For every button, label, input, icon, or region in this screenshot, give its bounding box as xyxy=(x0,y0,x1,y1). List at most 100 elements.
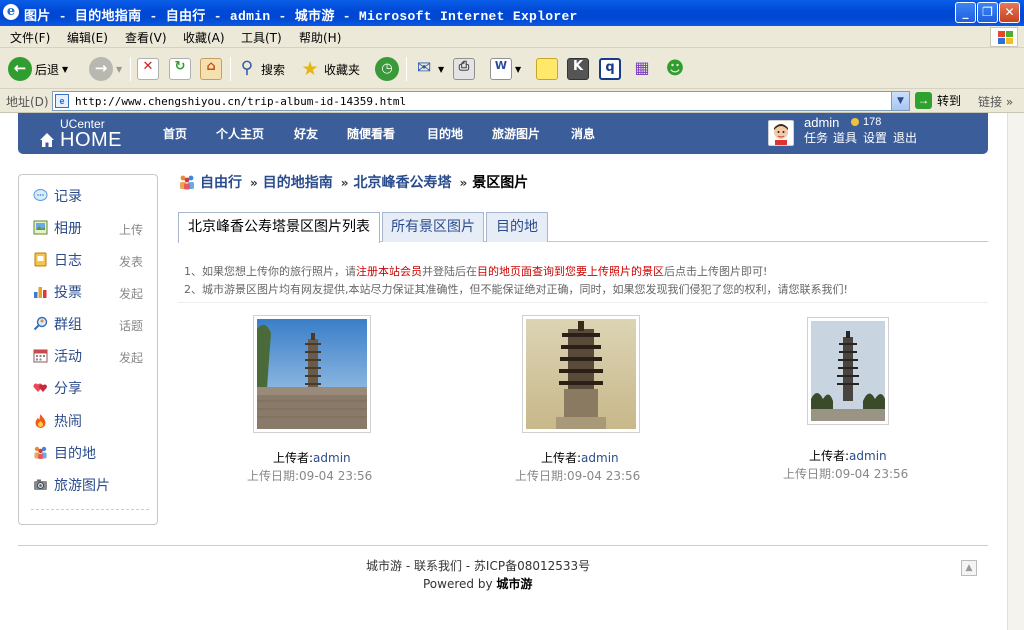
nav-destinations[interactable]: 目的地 xyxy=(427,125,463,142)
sidebar-action-post[interactable]: 发表 xyxy=(119,253,143,270)
refresh-button[interactable]: ↻ xyxy=(169,55,191,83)
uploader-link[interactable]: admin xyxy=(849,449,887,463)
nav-friends[interactable]: 好友 xyxy=(294,125,318,142)
user-link-logout[interactable]: 退出 xyxy=(893,129,917,146)
mail-button[interactable]: ✉ ▼ xyxy=(413,55,444,83)
note-icon xyxy=(536,58,558,80)
sidebar-item-label: 相册 xyxy=(54,221,82,237)
photo-thumbnail-2[interactable] xyxy=(522,315,640,433)
tool-chart-button[interactable]: ▦ xyxy=(631,55,653,83)
menu-view[interactable]: 查看(V) xyxy=(125,29,167,46)
people-group-icon xyxy=(34,446,47,459)
user-link-props[interactable]: 道具 xyxy=(833,129,857,146)
minimize-button[interactable]: _ xyxy=(955,2,976,23)
forward-button[interactable]: → ▼ xyxy=(89,55,122,83)
menu-tools[interactable]: 工具(T) xyxy=(241,29,282,46)
edit-dropdown-icon[interactable]: ▼ xyxy=(515,65,521,74)
home-button[interactable]: ⌂ xyxy=(200,55,222,83)
sidebar-item-events[interactable]: 活动 发起 xyxy=(31,346,151,366)
search-button[interactable]: ⚲ 搜索 xyxy=(236,55,285,83)
user-link-settings[interactable]: 设置 xyxy=(863,129,887,146)
sidebar-item-destination[interactable]: 目的地 xyxy=(31,443,151,463)
tab-spot-photo-list[interactable]: 北京峰香公寿塔景区图片列表 xyxy=(178,212,380,243)
powered-by-brand[interactable]: 城市游 xyxy=(496,577,532,591)
sidebar-item-blog[interactable]: 日志 发表 xyxy=(31,250,151,270)
address-input[interactable]: e http://www.chengshiyou.cn/trip-album-i… xyxy=(52,91,910,111)
footer-links[interactable]: 城市游 - 联系我们 - 苏ICP备08012533号 xyxy=(366,557,590,574)
q-tool-icon: q xyxy=(599,58,621,80)
sidebar-item-poll[interactable]: 投票 发起 xyxy=(31,282,151,302)
research-button[interactable]: K xyxy=(567,55,589,83)
menu-help[interactable]: 帮助(H) xyxy=(299,29,341,46)
nav-browse[interactable]: 随便看看 xyxy=(347,125,395,142)
user-link-tasks[interactable]: 任务 xyxy=(804,129,828,146)
destination-search-link[interactable]: 目的地页面查询到您要上传照片的景区 xyxy=(477,265,664,278)
go-button[interactable]: → 转到 xyxy=(915,92,961,109)
menu-edit[interactable]: 编辑(E) xyxy=(67,29,108,46)
avatar-face-icon xyxy=(774,124,788,145)
menu-file[interactable]: 文件(F) xyxy=(10,29,50,46)
breadcrumb-link-guide[interactable]: 目的地指南 xyxy=(263,175,333,191)
logo-home[interactable]: HOME xyxy=(60,129,122,152)
nav-profile[interactable]: 个人主页 xyxy=(216,125,264,142)
stop-icon: ✕ xyxy=(137,58,159,80)
sidebar-item-travel-photos[interactable]: 旅游图片 xyxy=(31,475,151,495)
address-url[interactable]: http://www.chengshiyou.cn/trip-album-id-… xyxy=(75,95,406,108)
back-to-top-icon[interactable]: ▲ xyxy=(961,560,977,576)
sidebar-item-share[interactable]: 分享 xyxy=(31,378,151,398)
messenger-button[interactable]: ☻ xyxy=(664,55,686,83)
photo-thumbnail-1[interactable] xyxy=(253,315,371,433)
printer-icon: ⎙ xyxy=(453,58,475,80)
uploader-link[interactable]: admin xyxy=(581,451,619,465)
avatar[interactable] xyxy=(768,120,794,146)
notice-line-1: 1、如果您想上传你的旅行照片，请注册本站会员并登陆后在目的地页面查询到您要上传照… xyxy=(184,263,767,279)
sidebar-action-upload[interactable]: 上传 xyxy=(119,221,143,238)
back-button[interactable]: ← 后退 ▼ xyxy=(8,55,68,83)
pagoda-photo-2 xyxy=(526,319,636,429)
sidebar-item-hot[interactable]: 热闹 xyxy=(31,411,151,431)
menu-favorites[interactable]: 收藏(A) xyxy=(183,29,225,46)
sidebar-item-album[interactable]: 相册 上传 xyxy=(31,218,151,238)
sidebar-item-records[interactable]: 记录 xyxy=(31,186,151,206)
stop-button[interactable]: ✕ xyxy=(137,55,159,83)
restore-button[interactable]: ❐ xyxy=(977,2,998,23)
camera-icon xyxy=(34,479,47,490)
sidebar-action-topics[interactable]: 话题 xyxy=(119,317,143,334)
home-icon: ⌂ xyxy=(200,58,222,80)
notice-box: 1、如果您想上传你的旅行照片，请注册本站会员并登陆后在目的地页面查询到您要上传照… xyxy=(178,253,988,303)
sidebar-item-groups[interactable]: 群组 话题 xyxy=(31,314,151,334)
links-button[interactable]: 链接 » xyxy=(978,93,1013,110)
search-label: 搜索 xyxy=(261,62,286,77)
nav-home[interactable]: 首页 xyxy=(163,125,187,142)
footer-powered-by: Powered by 城市游 xyxy=(423,575,532,592)
messenger-tool-button[interactable]: q xyxy=(599,55,621,83)
back-dropdown-icon[interactable]: ▼ xyxy=(62,65,68,74)
photo-thumbnail-3[interactable] xyxy=(807,317,889,425)
nav-travel-photos[interactable]: 旅游图片 xyxy=(492,125,540,142)
discuss-button[interactable] xyxy=(536,55,558,83)
print-button[interactable]: ⎙ xyxy=(453,55,475,83)
vertical-scrollbar[interactable] xyxy=(1007,113,1024,630)
sidebar-action-create-poll[interactable]: 发起 xyxy=(119,285,143,302)
forward-dropdown-icon[interactable]: ▼ xyxy=(116,65,122,74)
uploader-label: 上传者: xyxy=(809,449,850,463)
uploader-link[interactable]: admin xyxy=(313,451,351,465)
register-link[interactable]: 注册本站会员 xyxy=(356,265,422,278)
breadcrumb-link-spot[interactable]: 北京峰香公寿塔 xyxy=(354,175,452,191)
ie-logo-icon: e xyxy=(3,4,19,20)
photo-uploader-1: 上传者:admin xyxy=(273,449,351,466)
tab-all-spot-photos[interactable]: 所有景区图片 xyxy=(382,212,484,242)
footer-divider xyxy=(18,545,988,546)
close-button[interactable]: ✕ xyxy=(999,2,1020,23)
breadcrumb-link-trip[interactable]: 自由行 xyxy=(200,175,242,191)
sidebar-action-create-event[interactable]: 发起 xyxy=(119,349,143,366)
favorites-button[interactable]: ★ 收藏夹 xyxy=(299,55,360,83)
address-dropdown-icon[interactable]: ▼ xyxy=(891,92,909,110)
mail-dropdown-icon[interactable]: ▼ xyxy=(438,65,444,74)
history-button[interactable]: ◷ xyxy=(375,55,399,83)
tab-destination[interactable]: 目的地 xyxy=(486,212,548,242)
nav-messages[interactable]: 消息 xyxy=(571,125,595,142)
username-link[interactable]: admin xyxy=(804,115,839,130)
pagoda-photo-3 xyxy=(811,321,885,421)
edit-word-button[interactable]: W ▼ xyxy=(490,55,521,83)
